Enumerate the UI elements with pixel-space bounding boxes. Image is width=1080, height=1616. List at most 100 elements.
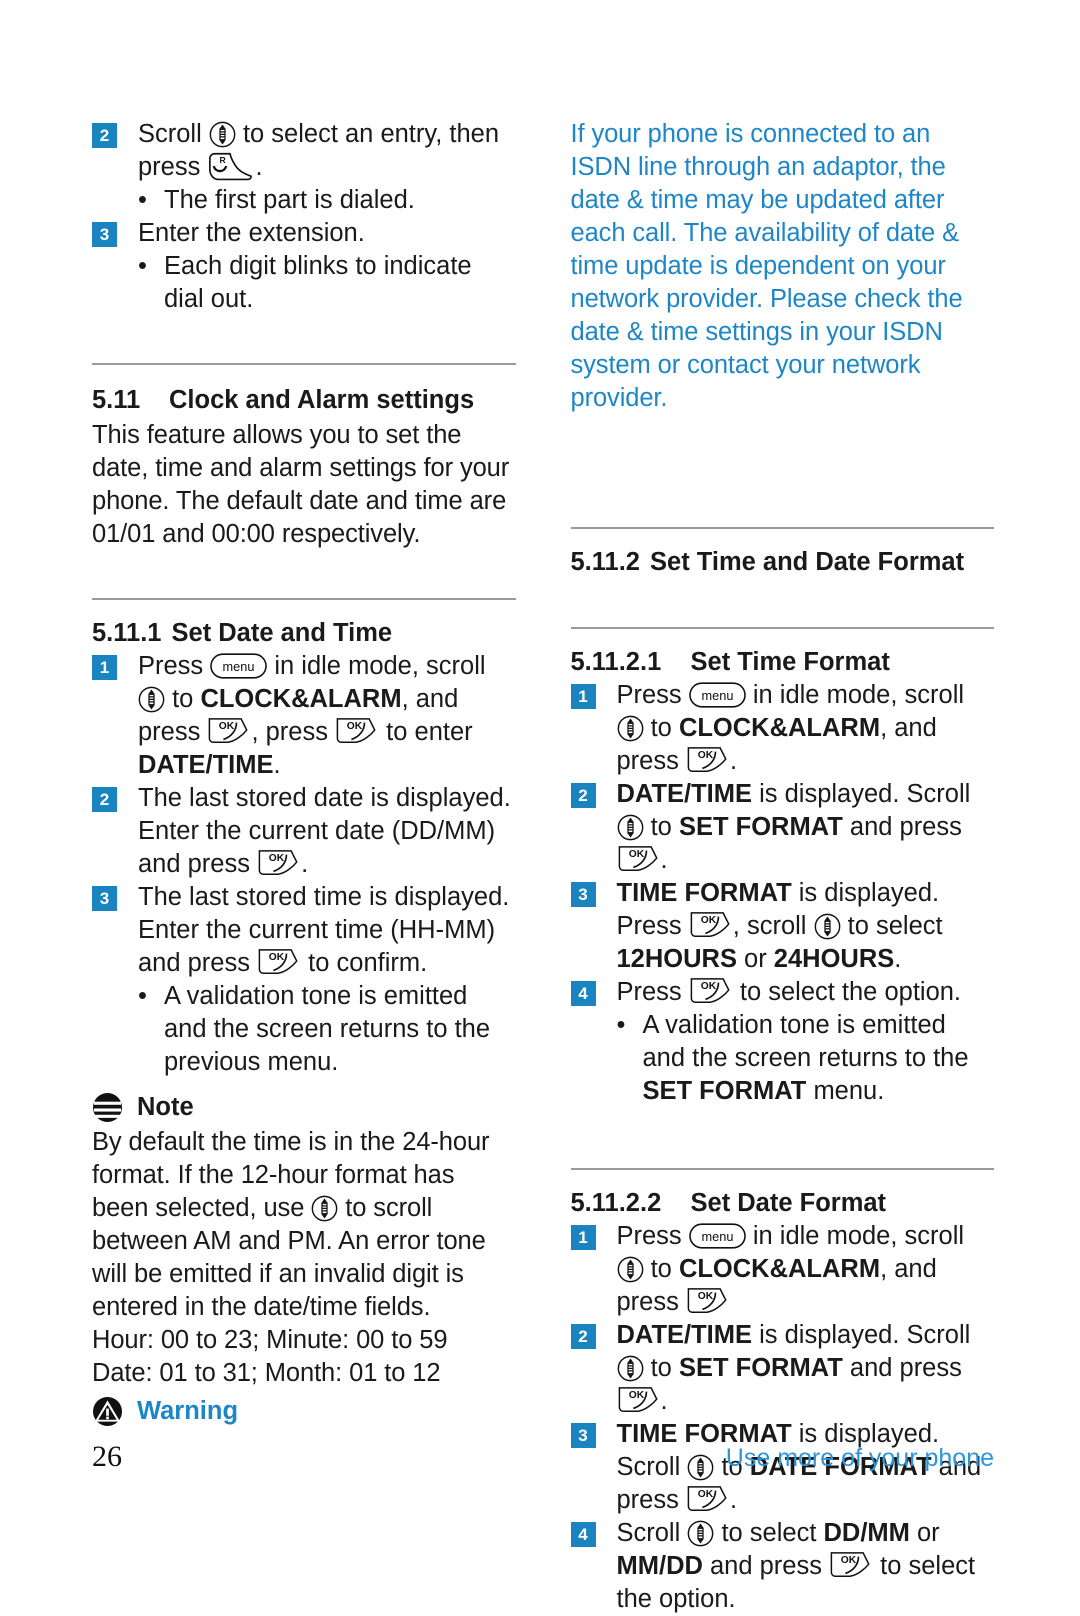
note-icon [92,1092,123,1123]
section-divider [92,598,516,600]
step-text: The last stored time is displayed. Enter… [138,883,510,977]
warning-title: Warning [137,1397,239,1425]
step-item: 4 Press OK to select the option. [570,976,995,1009]
step-number-badge: 3 [92,222,117,247]
scroll-updown-icon [814,913,841,940]
left-column: 2 Scroll to select an entry, then press … [92,118,516,1616]
step-number-badge: 2 [570,1324,596,1349]
warning-callout: Warning [92,1395,516,1428]
step-text: Scroll to select DD/MM or MM/DD and pres… [616,1519,976,1613]
note-body: By default the time is in the 24-hour fo… [92,1128,490,1321]
bullet-dot: • [138,186,147,214]
svg-text:R: R [220,155,227,165]
svg-text:OK: OK [841,1555,857,1566]
note-range-date: Date: 01 to 31; Month: 01 to 12 [92,1359,441,1387]
menu-key-icon: menu [210,653,268,679]
menu-label: CLOCK&ALARM [678,1255,881,1283]
section-511-body: This feature allows you to set the date,… [92,421,510,548]
ok-softkey-icon: OK [686,746,730,774]
section-title: Set Date and Time [171,619,393,647]
step-text: The last stored date is displayed. Enter… [138,784,511,878]
section-title: Clock and Alarm settings [169,386,475,414]
ok-softkey-icon: OK [689,977,733,1005]
section-heading-51122: 5.11.2.2 Set Date Format [571,1187,995,1220]
menu-label: DATE/TIME [138,751,274,779]
step-text: Press menu in idle mode, scroll to CLOCK… [616,1222,965,1316]
bullet-text: A validation tone is emitted and the scr… [642,1011,969,1105]
right-column: If your phone is connected to an ISDN li… [570,118,995,1616]
svg-text:menu: menu [701,1229,733,1244]
menu-label: DATE/TIME [616,1321,753,1349]
note-range-hour: Hour: 00 to 23; Minute: 00 to 59 [92,1326,448,1354]
ok-softkey-icon: OK [689,911,733,939]
scroll-updown-icon [617,1355,644,1382]
step-number-badge: 3 [92,886,117,911]
step-text: Press menu in idle mode, scroll to CLOCK… [138,652,486,779]
step-number-badge: 1 [570,684,596,709]
step-number-badge: 3 [570,882,596,907]
step-item: 4 Scroll to select DD/MM or MM/DD and pr… [570,1517,995,1616]
menu-label: CLOCK&ALARM [200,685,402,713]
section-number: 5.11.2 [570,548,641,576]
svg-text:OK: OK [628,849,644,860]
ok-softkey-icon: OK [257,849,301,877]
step-item: 2 DATE/TIME is displayed. Scroll to SET … [570,1319,995,1418]
page-footer: 26 Use more of your phone [92,1440,994,1474]
footer-chapter-title: Use more of your phone [725,1444,994,1472]
section-divider [570,1168,994,1170]
scroll-updown-icon [617,1256,644,1283]
section-number: 5.11.1 [92,619,162,647]
menu-label: TIME FORMAT [616,879,792,907]
ok-softkey-icon: OK [257,948,301,976]
ok-softkey-icon: OK [617,1386,661,1414]
section-divider [570,527,994,529]
section-title: Set Time Format [690,648,890,676]
svg-text:OK: OK [347,721,363,732]
ok-softkey-icon: OK [686,1287,730,1315]
isdn-note: If your phone is connected to an ISDN li… [570,120,963,412]
ok-softkey-icon: OK [686,1485,730,1513]
scroll-updown-icon [209,121,236,148]
bullet-item: • A validation tone is emitted and the s… [138,980,516,1079]
ok-softkey-icon: OK [617,845,661,873]
menu-key-icon: menu [688,1223,746,1249]
svg-text:OK: OK [698,1489,714,1500]
step-item: 3 Enter the extension. [92,217,516,250]
note-title: Note [137,1093,194,1121]
step-text: TIME FORMAT is displayed. Press OK, scro… [616,879,943,973]
step-text: DATE/TIME is displayed. Scroll to SET FO… [616,780,971,874]
bullet-dot: • [616,1011,626,1039]
svg-text:OK: OK [628,1390,644,1401]
ok-softkey-icon: OK [335,717,379,745]
menu-label: 12HOURS [616,945,737,973]
section-divider [570,627,994,629]
menu-label: DD/MM [823,1519,910,1547]
svg-text:OK: OK [219,721,235,732]
step-number-badge: 4 [570,1522,596,1547]
menu-label: CLOCK&ALARM [678,714,881,742]
svg-text:menu: menu [223,659,255,674]
section-heading-511: 5.11 Clock and Alarm settings [92,384,516,417]
svg-text:OK: OK [701,981,717,992]
section-heading-5111: 5.11.1 Set Date and Time [92,617,516,650]
two-column-layout: 2 Scroll to select an entry, then press … [92,118,994,1616]
page-number: 26 [92,1440,122,1473]
bullet-text: A validation tone is emitted and the scr… [164,982,491,1076]
note-callout: Note [92,1091,516,1124]
step-item: 3 The last stored time is displayed. Ent… [92,881,516,980]
scroll-updown-icon [311,1195,338,1222]
svg-text:menu: menu [701,688,733,703]
scroll-updown-icon [687,1520,714,1547]
menu-label: SET FORMAT [678,813,843,841]
step-number-badge: 2 [92,787,117,812]
section-title: Set Date Format [690,1189,887,1217]
bullet-text: The first part is dialed. [164,186,415,214]
step-item: 1 Press menu in idle mode, scroll to CLO… [570,1220,995,1319]
bullet-item: • A validation tone is emitted and the s… [617,1009,995,1108]
talk-key-icon: R [207,152,255,182]
step-item: 2 The last stored date is displayed. Ent… [92,782,516,881]
bullet-item: • Each digit blinks to indicate dial out… [138,250,516,316]
manual-page: 2 Scroll to select an entry, then press … [0,0,1080,1613]
menu-label: SET FORMAT [642,1077,807,1105]
ok-softkey-icon: OK [829,1551,873,1579]
